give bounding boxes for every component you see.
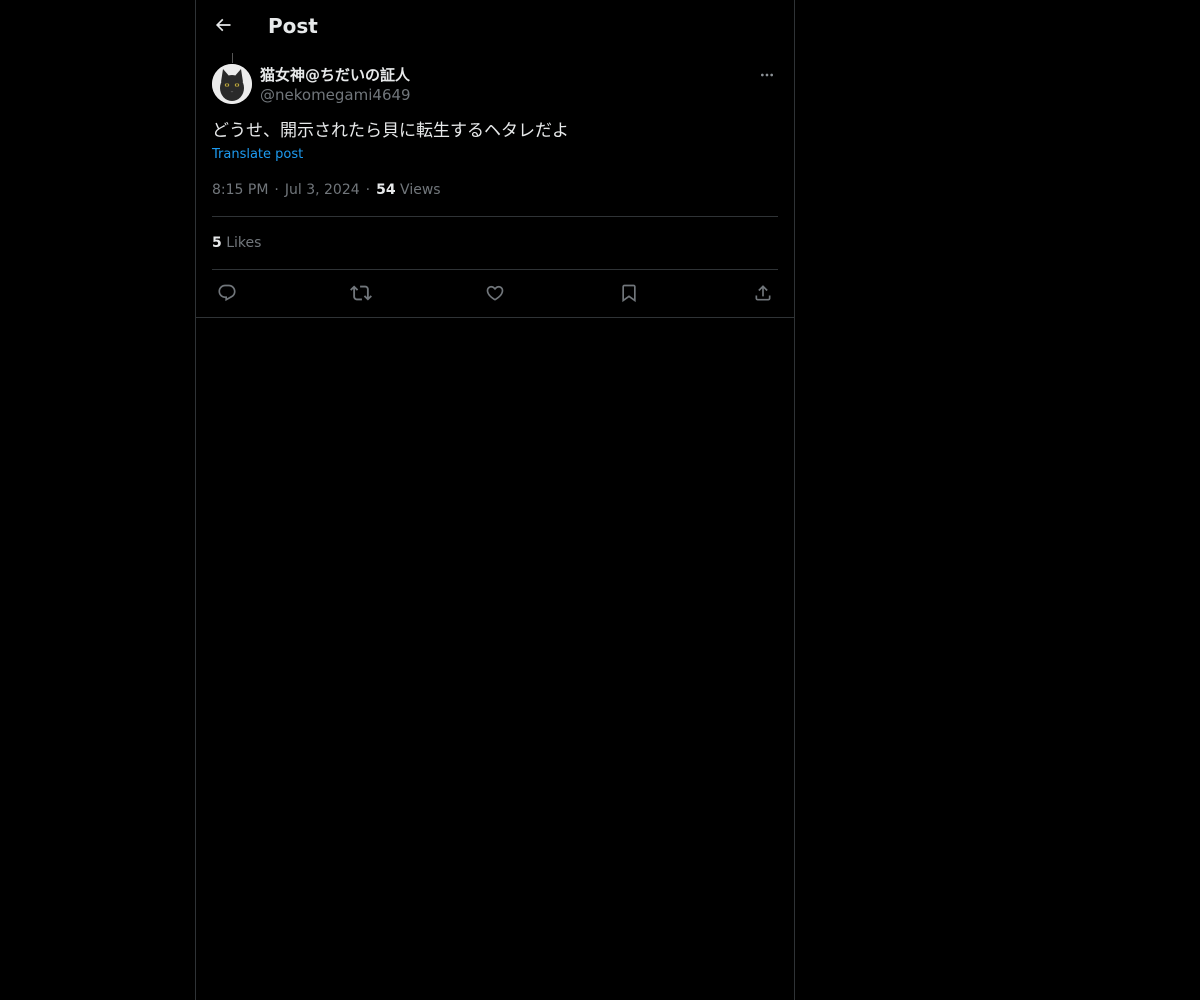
post-meta: 8:15 PM · Jul 3, 2024 · 54 Views <box>212 180 441 200</box>
more-horizontal-icon <box>759 67 775 83</box>
post-time[interactable]: 8:15 PM <box>212 182 268 198</box>
cat-avatar-icon <box>212 64 252 104</box>
like-icon <box>485 283 505 303</box>
reply-icon <box>217 283 237 303</box>
views-label: Views <box>400 182 441 198</box>
reply-button[interactable] <box>212 278 242 308</box>
page-header: Post <box>196 0 794 53</box>
more-options-button[interactable] <box>756 64 778 86</box>
post-bottom-divider <box>196 317 794 318</box>
action-bar <box>212 278 778 308</box>
author-display-name[interactable]: 猫女神@ちだいの証人 <box>260 65 410 85</box>
repost-button[interactable] <box>346 278 376 308</box>
back-button[interactable] <box>206 8 240 42</box>
views-count: 54 <box>376 182 396 198</box>
post-date[interactable]: Jul 3, 2024 <box>285 182 360 198</box>
like-button[interactable] <box>480 278 510 308</box>
post-text: どうせ、開示されたら貝に転生するヘタレだよ <box>212 121 569 141</box>
divider <box>212 269 778 270</box>
main-column: Post 猫女神@ちだいの証人 @nekomegami4649 どうせ、開示され… <box>195 0 795 1000</box>
likes-count: 5 <box>212 235 222 251</box>
page-title: Post <box>268 14 318 38</box>
avatar[interactable] <box>212 64 252 104</box>
arrow-left-icon <box>213 15 233 35</box>
meta-separator: · <box>365 182 371 198</box>
bookmark-icon <box>619 283 639 303</box>
translate-post-link[interactable]: Translate post <box>212 146 303 164</box>
share-icon <box>753 283 773 303</box>
repost-icon <box>350 282 372 304</box>
author-handle[interactable]: @nekomegami4649 <box>260 85 411 105</box>
share-button[interactable] <box>748 278 778 308</box>
likes-count-link[interactable]: 5 Likes <box>212 233 261 253</box>
thread-connector-line <box>232 53 233 63</box>
bookmark-button[interactable] <box>614 278 644 308</box>
divider <box>212 216 778 217</box>
meta-separator: · <box>274 182 279 198</box>
likes-label: Likes <box>226 235 262 251</box>
